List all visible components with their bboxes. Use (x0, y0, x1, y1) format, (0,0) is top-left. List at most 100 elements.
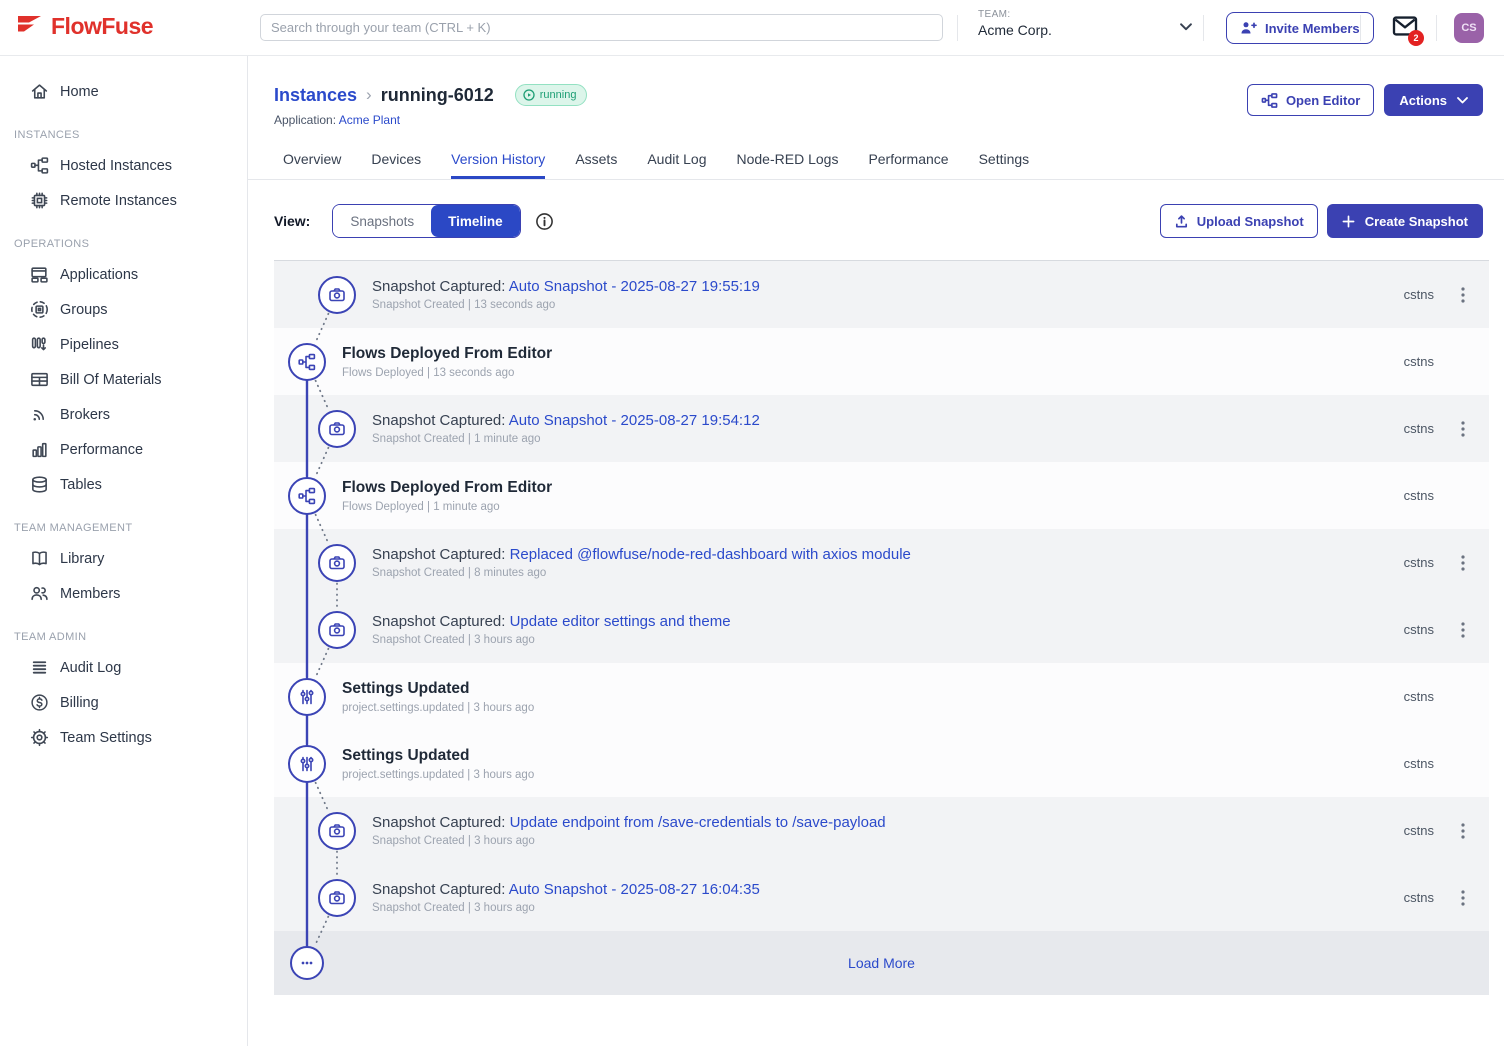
kebab-menu-icon[interactable] (1455, 283, 1471, 307)
upload-snapshot-button[interactable]: Upload Snapshot (1160, 204, 1318, 238)
kebab-menu-icon[interactable] (1455, 819, 1471, 843)
sidebar-section-label: TEAM MANAGEMENT (0, 522, 247, 541)
timeline-row-snapshot: Snapshot Captured: Replaced @flowfuse/no… (274, 529, 1489, 596)
invite-members-label: Invite Members (1265, 21, 1360, 36)
timeline-row-snapshot: Snapshot Captured: Update editor setting… (274, 596, 1489, 663)
chip-icon (30, 191, 49, 210)
timeline-row-user: cstns (1404, 488, 1434, 503)
tab-assets[interactable]: Assets (575, 151, 617, 179)
book-icon (30, 549, 49, 568)
tab-settings[interactable]: Settings (979, 151, 1030, 179)
view-toggle: Snapshots Timeline (332, 204, 520, 238)
sidebar-item-label: Remote Instances (60, 193, 177, 209)
sidebar-item-bill-of-materials[interactable]: Bill Of Materials (0, 362, 247, 397)
view-toggle-snapshots[interactable]: Snapshots (333, 205, 431, 237)
sidebar-item-groups[interactable]: Groups (0, 292, 247, 327)
snapshot-link[interactable]: Update editor settings and theme (510, 613, 731, 630)
topbar: FlowFuse TEAM: Acme Corp. Invite Members… (0, 0, 1504, 56)
timeline-row-user: cstns (1404, 287, 1434, 302)
list-icon (30, 658, 49, 677)
team-label: TEAM: (978, 9, 1052, 20)
snapshot-title-prefix: Snapshot Captured: (372, 613, 510, 630)
team-name: Acme Corp. (978, 22, 1052, 38)
timeline-row-user: cstns (1404, 823, 1434, 838)
kebab-menu-icon[interactable] (1455, 551, 1471, 575)
plus-icon (1342, 215, 1355, 228)
sidebar-item-remote-instances[interactable]: Remote Instances (0, 183, 247, 218)
info-icon[interactable] (535, 212, 554, 231)
divider (1203, 15, 1204, 41)
status-badge-label: running (540, 89, 577, 101)
timeline-row-meta: Flows Deployed | 1 minute ago (342, 501, 1404, 513)
users-icon (30, 584, 49, 603)
sidebar-item-members[interactable]: Members (0, 576, 247, 611)
load-more-button[interactable]: Load More (848, 955, 915, 971)
snapshot-link[interactable]: Auto Snapshot - 2025-08-27 19:54:12 (509, 412, 760, 429)
sidebar-item-label: Tables (60, 477, 102, 493)
tab-audit-log[interactable]: Audit Log (647, 151, 706, 179)
snapshot-link[interactable]: Auto Snapshot - 2025-08-27 16:04:35 (509, 881, 760, 898)
avatar[interactable]: CS (1454, 13, 1484, 43)
sidebar-item-applications[interactable]: Applications (0, 257, 247, 292)
timeline-row-title: Settings Updated (342, 680, 1404, 698)
sidebar-item-label: Audit Log (60, 660, 121, 676)
timeline-row-snapshot: Snapshot Captured: Auto Snapshot - 2025-… (274, 261, 1489, 328)
sidebar-item-hosted-instances[interactable]: Hosted Instances (0, 148, 247, 183)
sidebar-item-audit-log[interactable]: Audit Log (0, 650, 247, 685)
actions-button[interactable]: Actions (1384, 84, 1483, 116)
chevron-down-icon[interactable] (1180, 23, 1192, 31)
snapshot-title-prefix: Snapshot Captured: (372, 881, 509, 898)
tab-node-red-logs[interactable]: Node-RED Logs (737, 151, 839, 179)
sidebar-item-brokers[interactable]: Brokers (0, 397, 247, 432)
view-toggle-timeline[interactable]: Timeline (431, 205, 520, 237)
mail-button[interactable]: 2 (1392, 15, 1422, 43)
camera-icon (318, 879, 356, 917)
sidebar-item-team-settings[interactable]: Team Settings (0, 720, 247, 755)
divider (957, 15, 958, 41)
windows-icon (30, 265, 49, 284)
upload-snapshot-label: Upload Snapshot (1197, 214, 1304, 229)
sidebar-item-pipelines[interactable]: Pipelines (0, 327, 247, 362)
snapshot-link[interactable]: Auto Snapshot - 2025-08-27 19:55:19 (509, 278, 760, 295)
kebab-menu-icon[interactable] (1455, 886, 1471, 910)
timeline-row-meta: Flows Deployed | 13 seconds ago (342, 367, 1404, 379)
search-input[interactable] (260, 14, 943, 41)
open-editor-button[interactable]: Open Editor (1247, 84, 1374, 116)
tab-performance[interactable]: Performance (868, 151, 948, 179)
kebab-menu-icon[interactable] (1455, 417, 1471, 441)
kebab-menu-icon[interactable] (1455, 618, 1471, 642)
sidebar-item-label: Groups (60, 302, 108, 318)
sidebar-item-billing[interactable]: Billing (0, 685, 247, 720)
snapshot-link[interactable]: Update endpoint from /save-credentials t… (510, 814, 886, 831)
flowfuse-logo[interactable]: FlowFuse (14, 12, 153, 40)
invite-members-button[interactable]: Invite Members (1226, 12, 1374, 44)
sidebar-item-performance[interactable]: Performance (0, 432, 247, 467)
tab-version-history[interactable]: Version History (451, 151, 545, 179)
page-title: running-6012 (381, 85, 494, 106)
timeline-row-event: Settings Updated project.settings.update… (274, 730, 1489, 797)
breadcrumb-instances-link[interactable]: Instances (274, 85, 357, 106)
timeline-row-meta: Snapshot Created | 3 hours ago (372, 902, 1404, 914)
notification-badge: 2 (1408, 30, 1424, 46)
sidebar-item-home[interactable]: Home (0, 74, 247, 109)
sliders-icon (288, 678, 326, 716)
timeline-row-meta: Snapshot Created | 8 minutes ago (372, 567, 1404, 579)
create-snapshot-button[interactable]: Create Snapshot (1327, 204, 1483, 238)
chip-group-icon (30, 300, 49, 319)
timeline-row-user: cstns (1404, 622, 1434, 637)
camera-icon (318, 276, 356, 314)
snapshot-title-prefix: Snapshot Captured: (372, 814, 510, 831)
timeline-row-event: Flows Deployed From Editor Flows Deploye… (274, 462, 1489, 529)
sidebar-item-label: Brokers (60, 407, 110, 423)
tab-devices[interactable]: Devices (371, 151, 421, 179)
application-link[interactable]: Acme Plant (339, 113, 400, 127)
camera-icon (318, 611, 356, 649)
snapshot-title-prefix: Snapshot Captured: (372, 412, 509, 429)
sidebar-item-label: Hosted Instances (60, 158, 172, 174)
sidebar-item-library[interactable]: Library (0, 541, 247, 576)
sidebar-item-tables[interactable]: Tables (0, 467, 247, 502)
tab-overview[interactable]: Overview (283, 151, 341, 179)
play-circle-icon (523, 89, 535, 101)
snapshot-link[interactable]: Replaced @flowfuse/node-red-dashboard wi… (510, 546, 911, 563)
team-selector[interactable]: TEAM: Acme Corp. (978, 9, 1052, 38)
